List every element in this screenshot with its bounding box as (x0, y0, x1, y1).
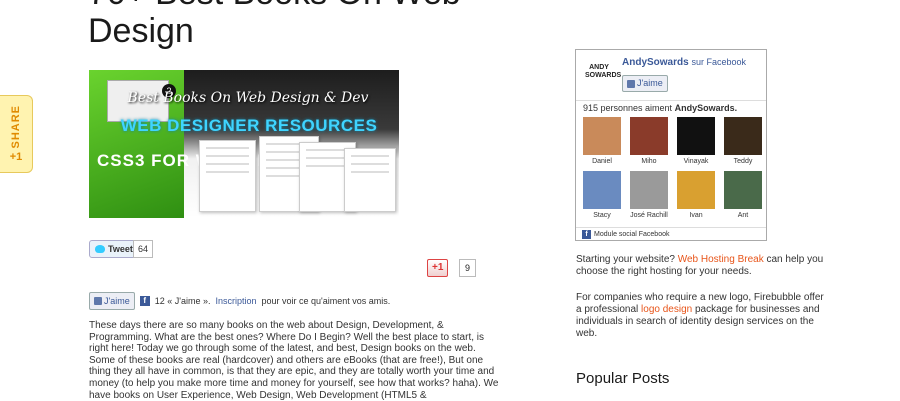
fan-name: José Rachill (630, 212, 668, 219)
fan-avatar (630, 117, 668, 155)
fan-avatar (677, 171, 715, 209)
fan-name: Ant (737, 212, 749, 219)
facebook-like-suffix: pour voir ce qu'aiment vos amis. (261, 296, 391, 306)
fan-name: Daniel (592, 158, 612, 165)
book-page (344, 148, 396, 212)
fan-avatar (724, 117, 762, 155)
facebook-fan[interactable]: Vinayak (677, 117, 715, 165)
share-label: SHARE (10, 105, 22, 149)
facebook-like-box: ANDY SOWARDS AndySowards sur Facebook J'… (575, 49, 767, 241)
twitter-bird-icon (95, 245, 105, 253)
hero-headline: Best Books On Web Design & Dev (127, 90, 369, 106)
facebook-fan[interactable]: Daniel (583, 117, 621, 165)
hero-image: CSS3 FOR WEB DESIGNERS 2 Best Books On W… (89, 70, 399, 218)
facebook-fan[interactable]: José Rachill (630, 171, 668, 219)
plus-one-label: +1 (9, 150, 23, 163)
fan-avatar (630, 171, 668, 209)
logo-design-promo: For companies who require a new logo, Fi… (576, 292, 828, 340)
facebook-page-link[interactable]: AndySowards sur Facebook (622, 57, 746, 68)
hosting-promo-before: Starting your website? (576, 254, 675, 265)
facebook-icon: f (582, 229, 591, 239)
fan-name: Teddy (733, 158, 753, 165)
facebook-icon: f (139, 296, 150, 306)
book-page (199, 140, 256, 212)
thumbs-up-icon (94, 297, 102, 305)
hosting-promo: Starting your website? Web Hosting Break… (576, 254, 828, 278)
post-title: 70+ Best Books On Web Design (88, 0, 461, 50)
post-body: These days there are so many books on th… (89, 320, 499, 401)
likes-page-name: AndySowards. (674, 103, 738, 113)
web-hosting-break-link[interactable]: Web Hosting Break (678, 254, 764, 265)
facebook-like-label: J'aime (104, 296, 130, 306)
hero-subheadline: WEB DESIGNER RESOURCES (120, 116, 378, 135)
google-plus-label: +1 (432, 262, 444, 273)
thumbs-up-icon (627, 79, 635, 88)
facebook-fan[interactable]: Ant (724, 171, 762, 219)
facebook-like-row: J'aime f 12 « J'aime ». Inscription pour… (89, 292, 390, 310)
fan-avatar (724, 171, 762, 209)
popular-posts-heading: Popular Posts (576, 370, 670, 387)
facebook-box-footer: f Module social Facebook (576, 227, 766, 240)
fan-name: Vinayak (683, 158, 709, 165)
logo-design-link[interactable]: logo design (641, 304, 692, 315)
fan-avatar (677, 117, 715, 155)
facebook-like-button[interactable]: J'aime (89, 292, 135, 310)
facebook-fan[interactable]: Miho (630, 117, 668, 165)
facebook-fans-grid: Daniel Miho Vinayak Teddy Stacy José Rachill I… (583, 117, 762, 219)
facebook-box-like-label: J'aime (637, 78, 663, 88)
facebook-fan[interactable]: Ivan (677, 171, 715, 219)
on-facebook-label: sur Facebook (691, 57, 746, 67)
facebook-likes-count: 915 personnes aiment AndySowards. (583, 103, 737, 113)
google-plus-count: 9 (459, 259, 477, 277)
facebook-fan[interactable]: Stacy (583, 171, 621, 219)
tweet-label: Tweet (108, 244, 133, 254)
tweet-count: 64 (133, 240, 154, 258)
likes-prefix: 915 personnes aiment (583, 103, 673, 113)
facebook-box-like-button[interactable]: J'aime (622, 75, 668, 92)
andysowards-logo: ANDY SOWARDS (585, 64, 622, 79)
fan-avatar (583, 171, 621, 209)
facebook-box-header: ANDY SOWARDS AndySowards sur Facebook J'… (576, 50, 766, 101)
fan-name: Stacy (593, 212, 611, 219)
fan-avatar (583, 117, 621, 155)
facebook-like-count: 12 « J'aime ». (154, 296, 211, 306)
fan-name: Miho (641, 158, 657, 165)
facebook-signup-link[interactable]: Inscription (215, 296, 256, 306)
facebook-fan[interactable]: Teddy (724, 117, 762, 165)
facebook-page-name: AndySowards (622, 57, 689, 68)
google-plus-one-button[interactable]: +1 (427, 259, 449, 277)
share-rail[interactable]: SHARE +1 (0, 95, 33, 173)
facebook-footer-label: Module social Facebook (594, 230, 670, 238)
fan-name: Ivan (689, 212, 703, 219)
tweet-button[interactable]: Tweet (89, 240, 139, 258)
